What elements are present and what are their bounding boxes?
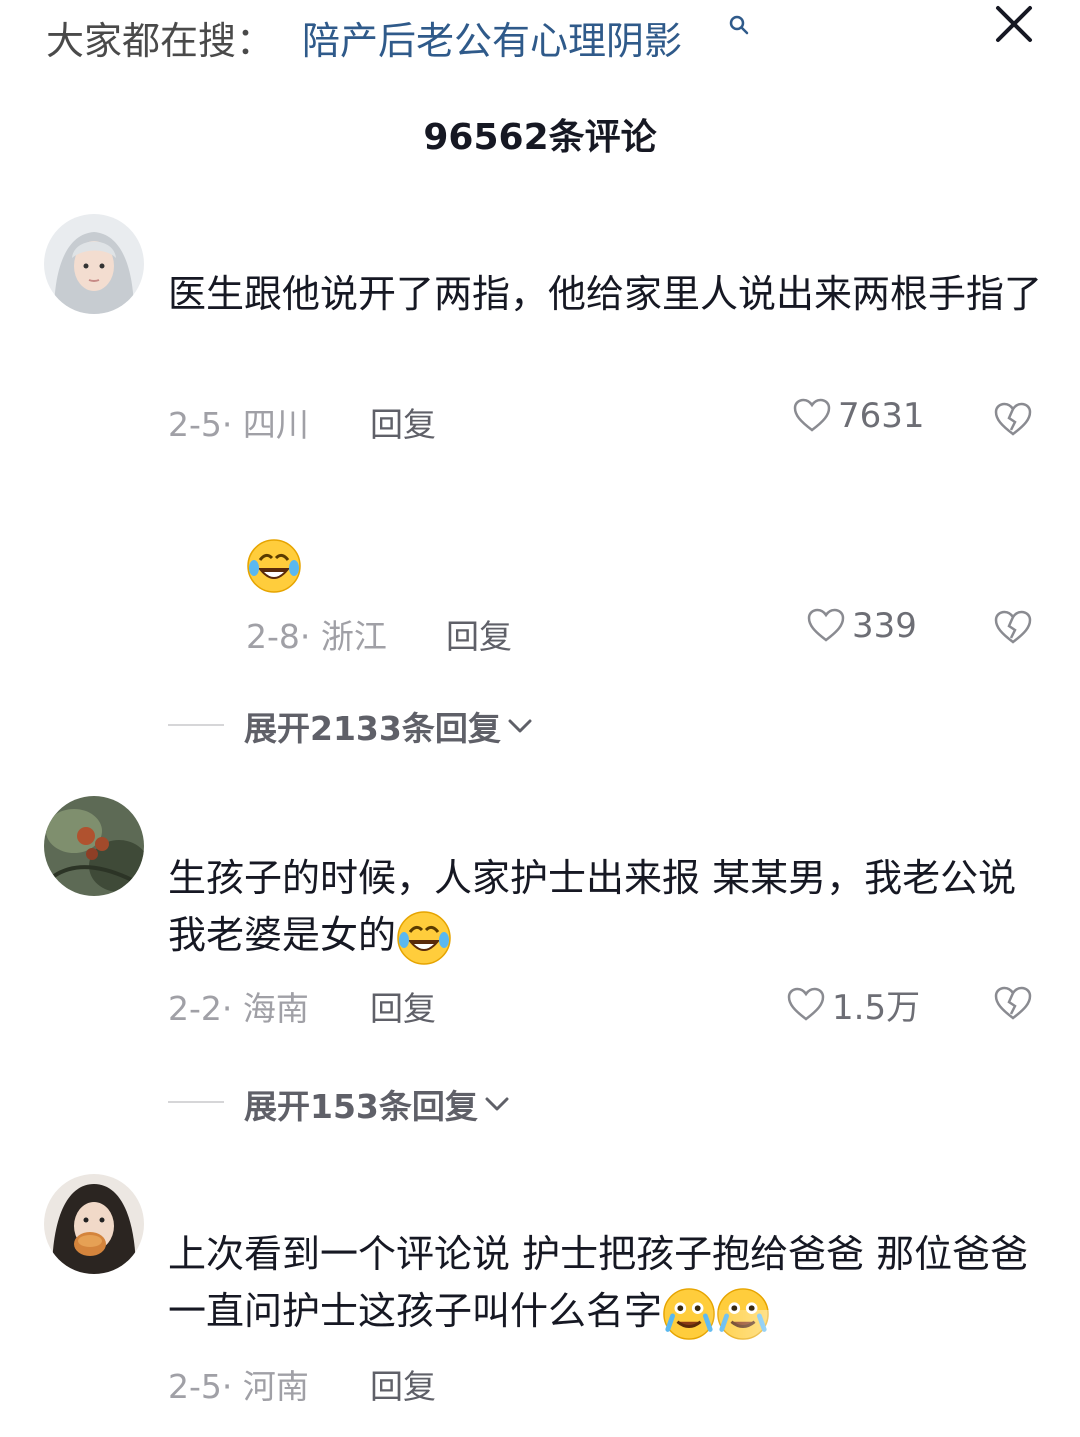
laughing-crying-emoji: [397, 910, 451, 965]
like-button[interactable]: 1.5万: [786, 980, 920, 1029]
expand-replies-label: 展开2133条回复: [244, 709, 501, 748]
expand-replies-label: 展开153条回复: [244, 1087, 478, 1126]
expand-replies-button[interactable]: 展开2133条回复: [244, 702, 535, 750]
heart-icon: [793, 398, 831, 432]
broken-heart-icon[interactable]: [993, 608, 1033, 648]
reply-button[interactable]: 回复: [370, 398, 436, 446]
fade-overlay: [700, 1310, 1080, 1437]
sub-reply-like-count: 339: [852, 606, 917, 646]
broken-heart-icon[interactable]: [993, 400, 1033, 440]
sub-reply-meta: 2-8· 浙江: [246, 617, 387, 656]
comment-text-body: 生孩子的时候，人家护士出来报 某某男，我老公说我老婆是女的: [168, 856, 1017, 957]
comment-meta: 2-5· 四川: [168, 405, 309, 444]
laughing-crying-emoji: [247, 539, 301, 593]
reply-button[interactable]: 回复: [370, 982, 436, 1030]
broken-heart-icon[interactable]: [993, 984, 1033, 1024]
divider: [168, 1101, 224, 1103]
like-button[interactable]: 7631: [792, 396, 925, 436]
comment-date: 2-2: [168, 989, 222, 1028]
avatar[interactable]: [44, 214, 144, 314]
search-prefix: 大家都在搜：: [46, 19, 275, 63]
comment-location: 河南: [242, 1367, 309, 1406]
like-count: 7631: [838, 396, 925, 436]
search-icon[interactable]: [728, 14, 750, 36]
comment-date: 2-5: [168, 405, 222, 444]
search-suggestion-link[interactable]: 陪产后老公有心理阴影: [302, 10, 682, 65]
comment-location: 海南: [242, 989, 309, 1028]
close-icon[interactable]: [990, 0, 1038, 48]
sub-reply-button[interactable]: 回复: [446, 610, 512, 658]
chevron-down-icon: [508, 719, 532, 733]
reply-button[interactable]: 回复: [370, 1360, 436, 1408]
comment-meta: 2-5· 河南: [168, 1367, 309, 1406]
sub-reply-like-button[interactable]: 339: [806, 606, 917, 646]
comment-count-title: 96562条评论: [423, 117, 657, 158]
heart-icon: [787, 987, 825, 1021]
avatar[interactable]: [44, 796, 144, 896]
expand-replies-button[interactable]: 展开153条回复: [244, 1080, 512, 1128]
comment-text: 医生跟他说开了两指，他给家里人说出来两根手指了: [168, 272, 1043, 316]
comment-meta: 2-2· 海南: [168, 989, 309, 1028]
sub-reply-location: 浙江: [320, 617, 387, 656]
comment-location: 四川: [242, 405, 309, 444]
comment-date: 2-5: [168, 1367, 222, 1406]
avatar[interactable]: [44, 1174, 144, 1274]
heart-icon: [807, 608, 845, 642]
like-count: 1.5万: [832, 988, 921, 1028]
comment-text: 生孩子的时候，人家护士出来报 某某男，我老公说我老婆是女的: [168, 850, 1048, 966]
divider: [168, 724, 224, 726]
chevron-down-icon: [485, 1097, 509, 1111]
sub-reply-date: 2-8: [246, 617, 300, 656]
